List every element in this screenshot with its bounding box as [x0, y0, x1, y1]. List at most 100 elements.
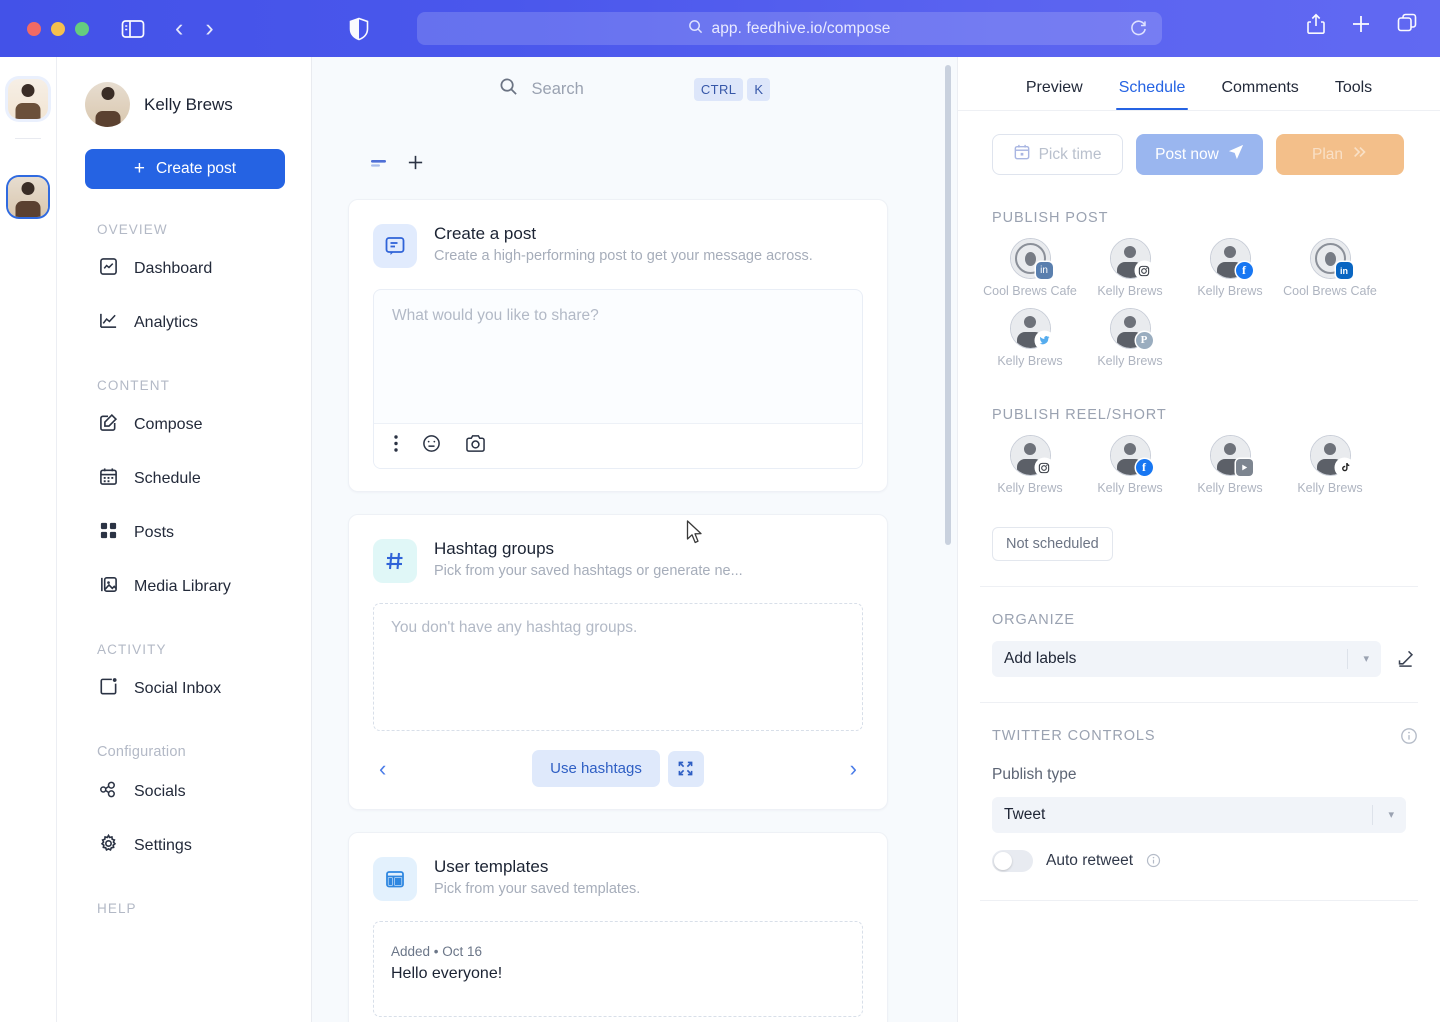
account-kelly-brews-twitter[interactable]: Kelly Brews [980, 307, 1080, 370]
gear-icon [99, 833, 118, 858]
avatar [85, 82, 130, 127]
tabs-icon[interactable] [1396, 13, 1418, 35]
sidebar-toggle-icon[interactable] [121, 19, 145, 39]
reel-account-kelly-brews-facebook[interactable]: f Kelly Brews [1080, 435, 1180, 497]
twitter-controls-header: TWITTER CONTROLS [958, 727, 1440, 745]
sidebar-section-title-configuration: Configuration [97, 744, 186, 760]
add-labels-select[interactable]: Add labels ▾ [992, 640, 1381, 677]
create-post-button[interactable]: + Create post [85, 149, 285, 189]
browser-forward-button[interactable]: › [205, 16, 213, 41]
address-bar[interactable]: app. feedhive.io/compose [417, 12, 1162, 45]
info-icon[interactable] [1400, 727, 1418, 745]
sidebar-item-media-library[interactable]: Media Library [57, 565, 311, 609]
avatar: f [1209, 238, 1253, 279]
account-cool-brews-cafe-linkedin[interactable]: in Cool Brews Cafe [980, 238, 1080, 300]
workspace-avatar-1[interactable] [8, 79, 48, 119]
sidebar-item-socials[interactable]: Socials [57, 770, 311, 814]
shortcut-key-k: K [747, 77, 771, 101]
auto-retweet-label: Auto retweet [1046, 851, 1134, 869]
next-arrow-icon[interactable]: › [844, 756, 863, 782]
tab-schedule[interactable]: Schedule [1115, 79, 1189, 110]
center-panel: Search CTRL K Create a post Create a hig… [312, 57, 957, 1022]
reel-account-kelly-brews-youtube[interactable]: Kelly Brews [1180, 435, 1280, 497]
search-icon [499, 77, 518, 101]
sidebar-section-title-content: CONTENT [97, 378, 170, 393]
pinterest-badge: P [1135, 331, 1153, 349]
composer-textarea[interactable]: What would you like to share? [374, 290, 862, 423]
prev-arrow-icon[interactable]: ‹ [373, 756, 392, 782]
publish-type-select[interactable]: Tweet ▾ [992, 796, 1406, 833]
publish-post-accounts: in Cool Brews Cafe Kelly Brews f Kelly B… [958, 238, 1440, 377]
shield-icon[interactable] [349, 17, 369, 41]
chevron-down-icon: ▾ [1388, 809, 1394, 822]
add-block-plus-icon[interactable] [406, 153, 425, 177]
tab-preview[interactable]: Preview [1026, 79, 1083, 110]
sidebar-item-dashboard[interactable]: Dashboard [57, 247, 311, 291]
status-badge[interactable]: Not scheduled [992, 526, 1113, 561]
tiktok-badge [1335, 459, 1353, 477]
post-now-button[interactable]: Post now [1136, 134, 1263, 175]
template-item[interactable]: Added • Oct 16 Hello everyone! [373, 921, 863, 1017]
center-scrollbar[interactable] [945, 65, 951, 545]
sidebar-item-label: Settings [134, 837, 192, 854]
more-vertical-icon[interactable] [394, 435, 398, 457]
search-bar[interactable]: Search CTRL K [312, 57, 957, 117]
account-kelly-brews-pinterest[interactable]: P Kelly Brews [1080, 307, 1180, 370]
use-hashtags-button[interactable]: Use hashtags [532, 750, 660, 787]
expand-icon[interactable] [667, 750, 704, 787]
share-icon[interactable] [1306, 13, 1326, 35]
card-header: Create a post Create a high-performing p… [373, 224, 863, 268]
sidebar-item-social-inbox[interactable]: Social Inbox [57, 667, 311, 711]
plan-label: Plan [1311, 145, 1344, 163]
workspace-avatar-2-selected[interactable] [8, 177, 48, 217]
camera-icon[interactable] [465, 434, 486, 458]
tab-tools[interactable]: Tools [1335, 79, 1372, 110]
composer[interactable]: What would you like to share? [373, 289, 863, 469]
card-text: Hashtag groups Pick from your saved hash… [434, 539, 743, 579]
account-cool-brews-cafe-linkedin-2[interactable]: in Cool Brews Cafe [1280, 238, 1380, 300]
sidebar-item-compose[interactable]: Compose [57, 403, 311, 447]
new-tab-plus-icon[interactable] [1350, 13, 1372, 35]
hashtag-empty-state: You don't have any hashtag groups. [373, 603, 863, 731]
sidebar-item-label: Dashboard [134, 260, 213, 277]
facebook-badge: f [1135, 459, 1153, 477]
hashtag-icon [373, 539, 417, 583]
sidebar-profile[interactable]: Kelly Brews [57, 57, 311, 127]
plan-button[interactable]: Plan [1276, 134, 1404, 175]
reel-account-kelly-brews-instagram[interactable]: Kelly Brews [980, 435, 1080, 497]
tab-comments[interactable]: Comments [1221, 79, 1298, 110]
sidebar-item-settings[interactable]: Settings [57, 824, 311, 868]
chevrons-right-icon [1352, 145, 1368, 164]
pick-time-button[interactable]: Pick time [992, 134, 1123, 175]
sidebar-item-label: Compose [134, 416, 203, 433]
card-hashtag-groups: Hashtag groups Pick from your saved hash… [348, 514, 888, 810]
schedule-actions: Pick time Post now Plan [958, 111, 1440, 175]
minimize-window-button[interactable] [51, 21, 65, 36]
sidebar-item-posts[interactable]: Posts [57, 511, 311, 555]
select-separator [1347, 648, 1348, 669]
emoji-icon[interactable] [422, 434, 441, 458]
avatar [1009, 435, 1053, 477]
auto-retweet-toggle[interactable] [992, 849, 1033, 872]
reload-icon[interactable] [1129, 19, 1148, 43]
account-kelly-brews-instagram[interactable]: Kelly Brews [1080, 238, 1180, 300]
list-lines-icon[interactable] [370, 156, 390, 175]
maximize-window-button[interactable] [75, 21, 89, 36]
pencil-icon[interactable] [1392, 646, 1418, 672]
dashboard-icon [99, 257, 118, 281]
account-name: Kelly Brews [1097, 481, 1163, 496]
close-window-button[interactable] [27, 21, 41, 36]
reel-account-kelly-brews-tiktok[interactable]: Kelly Brews [1280, 435, 1380, 497]
card-header: User templates Pick from your saved temp… [373, 857, 863, 901]
card-title: Hashtag groups [434, 539, 555, 558]
account-kelly-brews-facebook[interactable]: f Kelly Brews [1180, 238, 1280, 300]
sidebar-item-schedule[interactable]: Schedule [57, 457, 311, 501]
instagram-badge [1035, 459, 1053, 477]
account-name: Kelly Brews [1097, 353, 1163, 368]
info-icon[interactable] [1146, 853, 1161, 868]
account-name: Kelly Brews [1197, 481, 1263, 496]
sidebar-section-title-overview: OVEVIEW [97, 222, 168, 237]
linkedin-badge: in [1335, 262, 1353, 279]
sidebar-item-analytics[interactable]: Analytics [57, 301, 311, 345]
browser-back-button[interactable]: ‹ [175, 16, 183, 41]
